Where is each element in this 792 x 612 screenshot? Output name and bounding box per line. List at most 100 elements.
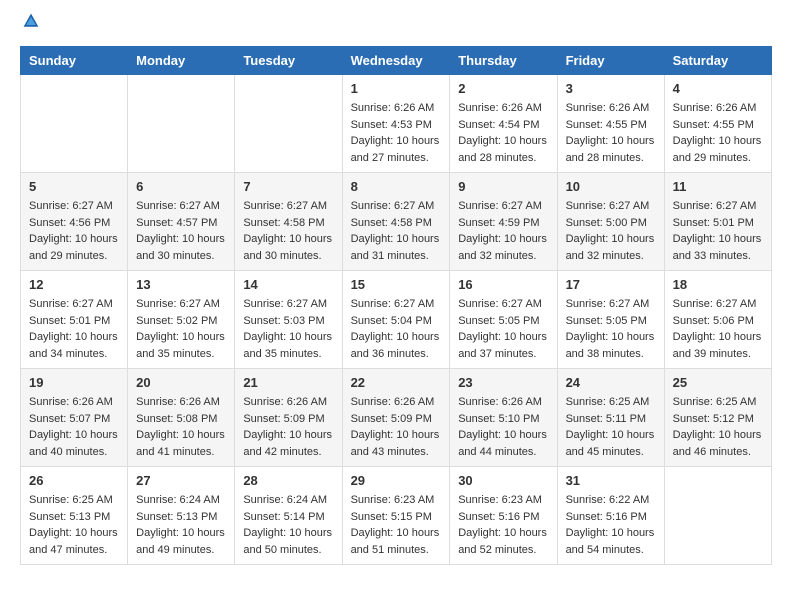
calendar-cell: 31 Sunrise: 6:22 AMSunset: 5:16 PMDayligh… xyxy=(557,467,664,565)
day-number: 6 xyxy=(136,179,226,194)
day-number: 24 xyxy=(566,375,656,390)
day-info: Sunrise: 6:27 AMSunset: 5:05 PMDaylight:… xyxy=(566,296,656,362)
calendar-week-row: 5 Sunrise: 6:27 AMSunset: 4:56 PMDaylight… xyxy=(21,173,772,271)
day-info: Sunrise: 6:27 AMSunset: 5:06 PMDaylight:… xyxy=(673,296,763,362)
calendar-cell: 18 Sunrise: 6:27 AMSunset: 5:06 PMDayligh… xyxy=(664,271,771,369)
day-number: 5 xyxy=(29,179,119,194)
day-info: Sunrise: 6:25 AMSunset: 5:12 PMDaylight:… xyxy=(673,394,763,460)
day-number: 17 xyxy=(566,277,656,292)
day-number: 15 xyxy=(351,277,442,292)
day-info: Sunrise: 6:27 AMSunset: 4:59 PMDaylight:… xyxy=(458,198,548,264)
weekday-header-row: SundayMondayTuesdayWednesdayThursdayFrid… xyxy=(21,47,772,75)
weekday-header-friday: Friday xyxy=(557,47,664,75)
calendar-cell: 1 Sunrise: 6:26 AMSunset: 4:53 PMDaylight… xyxy=(342,75,450,173)
weekday-header-thursday: Thursday xyxy=(450,47,557,75)
day-info: Sunrise: 6:27 AMSunset: 5:01 PMDaylight:… xyxy=(29,296,119,362)
calendar-cell xyxy=(235,75,342,173)
day-number: 18 xyxy=(673,277,763,292)
day-number: 16 xyxy=(458,277,548,292)
day-number: 2 xyxy=(458,81,548,96)
day-info: Sunrise: 6:27 AMSunset: 5:00 PMDaylight:… xyxy=(566,198,656,264)
calendar-cell: 4 Sunrise: 6:26 AMSunset: 4:55 PMDaylight… xyxy=(664,75,771,173)
calendar-cell: 11 Sunrise: 6:27 AMSunset: 5:01 PMDayligh… xyxy=(664,173,771,271)
day-number: 29 xyxy=(351,473,442,488)
calendar-cell xyxy=(21,75,128,173)
day-number: 8 xyxy=(351,179,442,194)
calendar-cell: 28 Sunrise: 6:24 AMSunset: 5:14 PMDayligh… xyxy=(235,467,342,565)
day-info: Sunrise: 6:25 AMSunset: 5:11 PMDaylight:… xyxy=(566,394,656,460)
day-info: Sunrise: 6:27 AMSunset: 4:58 PMDaylight:… xyxy=(243,198,333,264)
day-number: 27 xyxy=(136,473,226,488)
day-number: 23 xyxy=(458,375,548,390)
day-number: 21 xyxy=(243,375,333,390)
calendar-cell: 9 Sunrise: 6:27 AMSunset: 4:59 PMDaylight… xyxy=(450,173,557,271)
calendar-week-row: 26 Sunrise: 6:25 AMSunset: 5:13 PMDayligh… xyxy=(21,467,772,565)
day-info: Sunrise: 6:24 AMSunset: 5:14 PMDaylight:… xyxy=(243,492,333,558)
day-info: Sunrise: 6:23 AMSunset: 5:16 PMDaylight:… xyxy=(458,492,548,558)
day-number: 30 xyxy=(458,473,548,488)
day-info: Sunrise: 6:27 AMSunset: 5:03 PMDaylight:… xyxy=(243,296,333,362)
day-info: Sunrise: 6:24 AMSunset: 5:13 PMDaylight:… xyxy=(136,492,226,558)
day-info: Sunrise: 6:23 AMSunset: 5:15 PMDaylight:… xyxy=(351,492,442,558)
calendar-cell xyxy=(664,467,771,565)
day-info: Sunrise: 6:26 AMSunset: 4:53 PMDaylight:… xyxy=(351,100,442,166)
calendar-cell: 19 Sunrise: 6:26 AMSunset: 5:07 PMDayligh… xyxy=(21,369,128,467)
weekday-header-wednesday: Wednesday xyxy=(342,47,450,75)
day-info: Sunrise: 6:27 AMSunset: 4:57 PMDaylight:… xyxy=(136,198,226,264)
weekday-header-sunday: Sunday xyxy=(21,47,128,75)
calendar-cell: 17 Sunrise: 6:27 AMSunset: 5:05 PMDayligh… xyxy=(557,271,664,369)
weekday-header-monday: Monday xyxy=(128,47,235,75)
day-info: Sunrise: 6:27 AMSunset: 5:02 PMDaylight:… xyxy=(136,296,226,362)
day-info: Sunrise: 6:26 AMSunset: 4:54 PMDaylight:… xyxy=(458,100,548,166)
day-number: 19 xyxy=(29,375,119,390)
day-info: Sunrise: 6:26 AMSunset: 5:08 PMDaylight:… xyxy=(136,394,226,460)
day-info: Sunrise: 6:27 AMSunset: 4:56 PMDaylight:… xyxy=(29,198,119,264)
calendar-cell: 23 Sunrise: 6:26 AMSunset: 5:10 PMDayligh… xyxy=(450,369,557,467)
day-info: Sunrise: 6:27 AMSunset: 5:01 PMDaylight:… xyxy=(673,198,763,264)
calendar-week-row: 1 Sunrise: 6:26 AMSunset: 4:53 PMDaylight… xyxy=(21,75,772,173)
day-number: 10 xyxy=(566,179,656,194)
calendar-cell: 6 Sunrise: 6:27 AMSunset: 4:57 PMDaylight… xyxy=(128,173,235,271)
day-number: 26 xyxy=(29,473,119,488)
day-info: Sunrise: 6:26 AMSunset: 4:55 PMDaylight:… xyxy=(673,100,763,166)
calendar-cell: 5 Sunrise: 6:27 AMSunset: 4:56 PMDaylight… xyxy=(21,173,128,271)
calendar-cell: 10 Sunrise: 6:27 AMSunset: 5:00 PMDayligh… xyxy=(557,173,664,271)
day-number: 4 xyxy=(673,81,763,96)
calendar-cell: 29 Sunrise: 6:23 AMSunset: 5:15 PMDayligh… xyxy=(342,467,450,565)
calendar-cell: 21Sunrise: 6:26 AMSunset: 5:09 PMDayligh… xyxy=(235,369,342,467)
day-number: 12 xyxy=(29,277,119,292)
calendar-cell: 15 Sunrise: 6:27 AMSunset: 5:04 PMDayligh… xyxy=(342,271,450,369)
day-number: 25 xyxy=(673,375,763,390)
day-number: 3 xyxy=(566,81,656,96)
day-number: 11 xyxy=(673,179,763,194)
calendar-cell: 7 Sunrise: 6:27 AMSunset: 4:58 PMDaylight… xyxy=(235,173,342,271)
calendar-cell: 2 Sunrise: 6:26 AMSunset: 4:54 PMDaylight… xyxy=(450,75,557,173)
calendar-cell: 22Sunrise: 6:26 AMSunset: 5:09 PMDayligh… xyxy=(342,369,450,467)
calendar-cell: 14Sunrise: 6:27 AMSunset: 5:03 PMDayligh… xyxy=(235,271,342,369)
day-number: 28 xyxy=(243,473,333,488)
calendar-cell: 13 Sunrise: 6:27 AMSunset: 5:02 PMDayligh… xyxy=(128,271,235,369)
day-number: 13 xyxy=(136,277,226,292)
day-info: Sunrise: 6:27 AMSunset: 4:58 PMDaylight:… xyxy=(351,198,442,264)
weekday-header-saturday: Saturday xyxy=(664,47,771,75)
day-number: 22 xyxy=(351,375,442,390)
day-info: Sunrise: 6:27 AMSunset: 5:04 PMDaylight:… xyxy=(351,296,442,362)
calendar-cell: 30 Sunrise: 6:23 AMSunset: 5:16 PMDayligh… xyxy=(450,467,557,565)
calendar-cell: 8 Sunrise: 6:27 AMSunset: 4:58 PMDaylight… xyxy=(342,173,450,271)
calendar-cell: 12 Sunrise: 6:27 AMSunset: 5:01 PMDayligh… xyxy=(21,271,128,369)
logo xyxy=(20,20,40,30)
day-number: 9 xyxy=(458,179,548,194)
calendar-cell: 16 Sunrise: 6:27 AMSunset: 5:05 PMDayligh… xyxy=(450,271,557,369)
day-info: Sunrise: 6:22 AMSunset: 5:16 PMDaylight:… xyxy=(566,492,656,558)
calendar-cell: 3Sunrise: 6:26 AMSunset: 4:55 PMDaylight… xyxy=(557,75,664,173)
day-number: 1 xyxy=(351,81,442,96)
day-info: Sunrise: 6:27 AMSunset: 5:05 PMDaylight:… xyxy=(458,296,548,362)
calendar-cell xyxy=(128,75,235,173)
day-info: Sunrise: 6:26 AMSunset: 5:07 PMDaylight:… xyxy=(29,394,119,460)
day-info: Sunrise: 6:25 AMSunset: 5:13 PMDaylight:… xyxy=(29,492,119,558)
calendar-cell: 20Sunrise: 6:26 AMSunset: 5:08 PMDayligh… xyxy=(128,369,235,467)
day-info: Sunrise: 6:26 AMSunset: 5:10 PMDaylight:… xyxy=(458,394,548,460)
day-number: 7 xyxy=(243,179,333,194)
day-number: 31 xyxy=(566,473,656,488)
calendar-week-row: 19 Sunrise: 6:26 AMSunset: 5:07 PMDayligh… xyxy=(21,369,772,467)
